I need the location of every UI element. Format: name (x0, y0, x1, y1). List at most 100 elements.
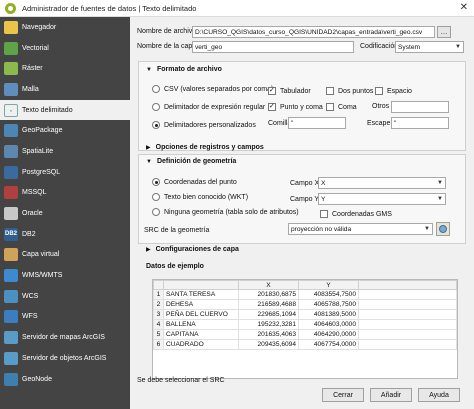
colon-label: Dos puntos (338, 87, 374, 95)
chevron-down-icon: ▼ (437, 180, 443, 186)
sidebar-item-arcgis-map[interactable]: Servidor de mapas ArcGIS (0, 327, 130, 348)
sidebar-item-label: Oracle (22, 210, 43, 218)
x-field-label: Campo X (290, 180, 320, 187)
sidebar-item-oracle[interactable]: Oracle (0, 203, 130, 224)
tab-checkbox[interactable] (268, 87, 276, 95)
expand-triangle-icon: ▶ (146, 145, 151, 151)
folder-icon (4, 20, 18, 34)
sidebar-item-wcs[interactable]: WCS (0, 286, 130, 307)
sidebar-item-mssql[interactable]: MSSQL (0, 183, 130, 204)
browse-button[interactable]: … (437, 26, 451, 38)
help-button[interactable]: Ayuda (418, 388, 460, 402)
y-field-select[interactable]: Y ▼ (318, 193, 446, 205)
sidebar-item-geopackage[interactable]: GeoPackage (0, 120, 130, 141)
sidebar-item-arcgis-feature[interactable]: Servidor de objetos ArcGIS (0, 348, 130, 369)
geometry-section-header[interactable]: ▼ Definición de geometría (146, 158, 236, 165)
expand-triangle-icon: ▶ (146, 247, 151, 253)
space-option[interactable]: Espacio (375, 87, 412, 95)
cell-y: 4065788,7500 (298, 299, 359, 310)
sidebar-item-capa-virtual[interactable]: Capa virtual (0, 245, 130, 266)
cell-x: 216589,4688 (238, 299, 299, 310)
dms-label: Coordenadas GMS (332, 210, 392, 218)
close-button[interactable]: Cerrar (322, 388, 364, 402)
sidebar-item-wfs[interactable]: WFS (0, 307, 130, 328)
wkt-option[interactable]: Texto bien conocido (WKT) (152, 193, 248, 201)
row-index: 6 (153, 339, 164, 350)
sidebar-item-texto-delimitado[interactable]: , Texto delimitado (0, 99, 130, 121)
others-input[interactable] (391, 101, 449, 113)
sidebar-item-malla[interactable]: Malla (0, 79, 130, 100)
csv-option[interactable]: CSV (valores separados por coma) (152, 85, 273, 93)
column-header-filler (358, 280, 457, 290)
wkt-radio[interactable] (152, 193, 160, 201)
format-section-header[interactable]: ▼ Formato de archivo (146, 66, 222, 73)
layer-config-section-header[interactable]: ▶ Configuraciones de capa (146, 246, 239, 253)
sidebar-item-raster[interactable]: Ráster (0, 58, 130, 79)
sidebar-item-vectorial[interactable]: Vectorial (0, 38, 130, 59)
sidebar-item-geonode[interactable]: GeoNode (0, 369, 130, 390)
sidebar-item-spatialite[interactable]: SpatiaLite (0, 141, 130, 162)
custom-radio[interactable] (152, 121, 160, 129)
sidebar-item-label: Servidor de objetos ArcGIS (22, 354, 107, 362)
regex-option[interactable]: Delimitador de expresión regular (152, 103, 265, 111)
point-coords-radio[interactable] (152, 178, 160, 186)
cell-filler (358, 339, 457, 350)
crs-selector-button[interactable] (436, 222, 450, 236)
cell-filler (358, 299, 457, 310)
window-close-button[interactable]: ✕ (460, 2, 468, 14)
cell-x: 201830,6875 (238, 289, 299, 300)
table-row[interactable]: 5 CAPITANA 201635,4063 4064290,0000 (153, 329, 457, 340)
table-row[interactable]: 6 CUADRADO 209435,6094 4067754,0000 (153, 339, 457, 350)
x-field-select[interactable]: X ▼ (318, 177, 446, 189)
semicolon-option[interactable]: Punto y coma (268, 103, 323, 111)
escape-input[interactable]: " (391, 117, 449, 129)
encoding-select[interactable]: System ▼ (395, 41, 464, 53)
comma-checkbox[interactable] (326, 103, 334, 111)
no-geometry-option[interactable]: Ninguna geometría (tabla solo de atribut… (152, 208, 299, 216)
encoding-label: Codificación (360, 43, 399, 50)
layer-name-input[interactable]: verti_geo (192, 41, 354, 53)
comma-option[interactable]: Coma (326, 103, 357, 111)
records-section-header[interactable]: ▶ Opciones de registros y campos (146, 144, 264, 151)
dms-option[interactable]: Coordenadas GMS (320, 210, 392, 218)
table-row[interactable]: 3 PEÑA DEL CUERVO 229685,1094 4081389,5000 (153, 309, 457, 320)
crs-label: SRC de la geometría (144, 227, 210, 234)
space-checkbox[interactable] (375, 87, 383, 95)
no-geometry-radio[interactable] (152, 208, 160, 216)
collapse-triangle-icon: ▼ (146, 158, 152, 165)
regex-radio[interactable] (152, 103, 160, 111)
colon-option[interactable]: Dos puntos (326, 87, 373, 95)
sidebar-item-label: Ráster (22, 65, 43, 73)
sidebar-item-navegador[interactable]: Navegador (0, 17, 130, 38)
chevron-down-icon: ▼ (455, 44, 461, 50)
sample-data-table[interactable]: X Y 1 SANTA TERESA 201830,6875 4083554,7500… (152, 279, 458, 379)
sidebar-item-label: DB2 (22, 230, 36, 238)
csv-radio[interactable] (152, 85, 160, 93)
table-row[interactable]: 2 DEHESA 216589,4688 4065788,7500 (153, 299, 457, 310)
column-header-x[interactable]: X (238, 280, 299, 290)
globe-icon (439, 225, 447, 233)
comma-label: Coma (338, 103, 357, 111)
file-path-input[interactable]: D:\CURSO_QGIS\datos_curso_QGIS\UNIDAD2\c… (192, 26, 435, 38)
tab-option[interactable]: Tabulador (268, 87, 311, 95)
custom-option[interactable]: Delimitadores personalizados (152, 121, 256, 129)
sidebar-item-postgresql[interactable]: PostgreSQL (0, 162, 130, 183)
format-title: Formato de archivo (156, 66, 222, 73)
column-header-y[interactable]: Y (298, 280, 359, 290)
point-coords-option[interactable]: Coordenadas del punto (152, 178, 237, 186)
colon-checkbox[interactable] (326, 87, 334, 95)
row-index: 1 (153, 289, 164, 300)
cell-y: 4064603,0000 (298, 319, 359, 330)
table-row[interactable]: 1 SANTA TERESA 201830,6875 4083554,7500 (153, 289, 457, 300)
semicolon-checkbox[interactable] (268, 103, 276, 111)
sidebar-item-wms[interactable]: WMS/WMTS (0, 265, 130, 286)
vector-icon (4, 41, 18, 55)
table-row[interactable]: 4 BALLENA 195232,3281 4064603,0000 (153, 319, 457, 330)
column-header-name[interactable] (163, 280, 239, 290)
add-button[interactable]: Añadir (370, 388, 412, 402)
quote-input[interactable]: " (288, 117, 346, 129)
sidebar-item-db2[interactable]: DB2 DB2 (0, 224, 130, 245)
dms-checkbox[interactable] (320, 210, 328, 218)
crs-select[interactable]: proyección no válida ▼ (288, 223, 433, 235)
virtual-layer-icon (4, 248, 18, 262)
